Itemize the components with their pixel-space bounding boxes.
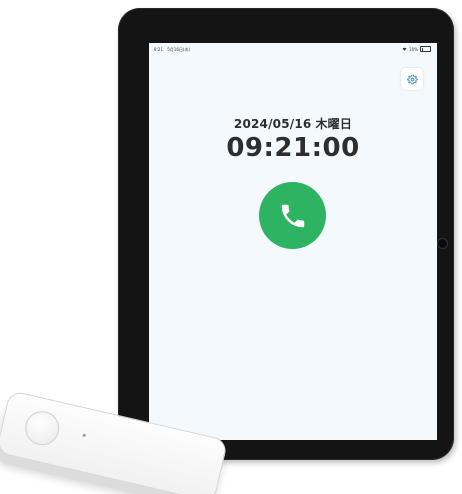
status-bar: 9:21 5月16日(木) 10%: [149, 43, 437, 55]
settings-button[interactable]: [401, 68, 423, 90]
status-left: 9:21 5月16日(木): [154, 47, 193, 53]
current-time: 09:21:00: [226, 133, 360, 163]
status-time: 9:21: [154, 47, 163, 52]
battery-icon: [420, 46, 431, 52]
call-button[interactable]: [259, 182, 326, 249]
battery-fill: [421, 47, 423, 51]
device-led: [82, 433, 86, 438]
date-text: 2024/05/16: [233, 117, 312, 131]
battery-percent: 10%: [409, 46, 418, 52]
current-date: 2024/05/16 木曜日: [149, 115, 437, 132]
product-photo: 9:21 5月16日(木) 10% 2024/05/16 木曜日 09:21:0…: [0, 0, 462, 494]
device-push-button: [21, 407, 63, 449]
weekday-text: 木曜日: [315, 117, 353, 131]
status-date: 5月16日(木): [167, 47, 191, 52]
status-right: 10%: [402, 46, 431, 52]
gear-icon: [406, 74, 418, 84]
tablet-camera: [437, 238, 448, 249]
phone-icon: [281, 204, 304, 227]
wifi-icon: [402, 47, 407, 51]
tablet-screen: 9:21 5月16日(木) 10% 2024/05/16 木曜日 09:21:0…: [149, 43, 437, 440]
